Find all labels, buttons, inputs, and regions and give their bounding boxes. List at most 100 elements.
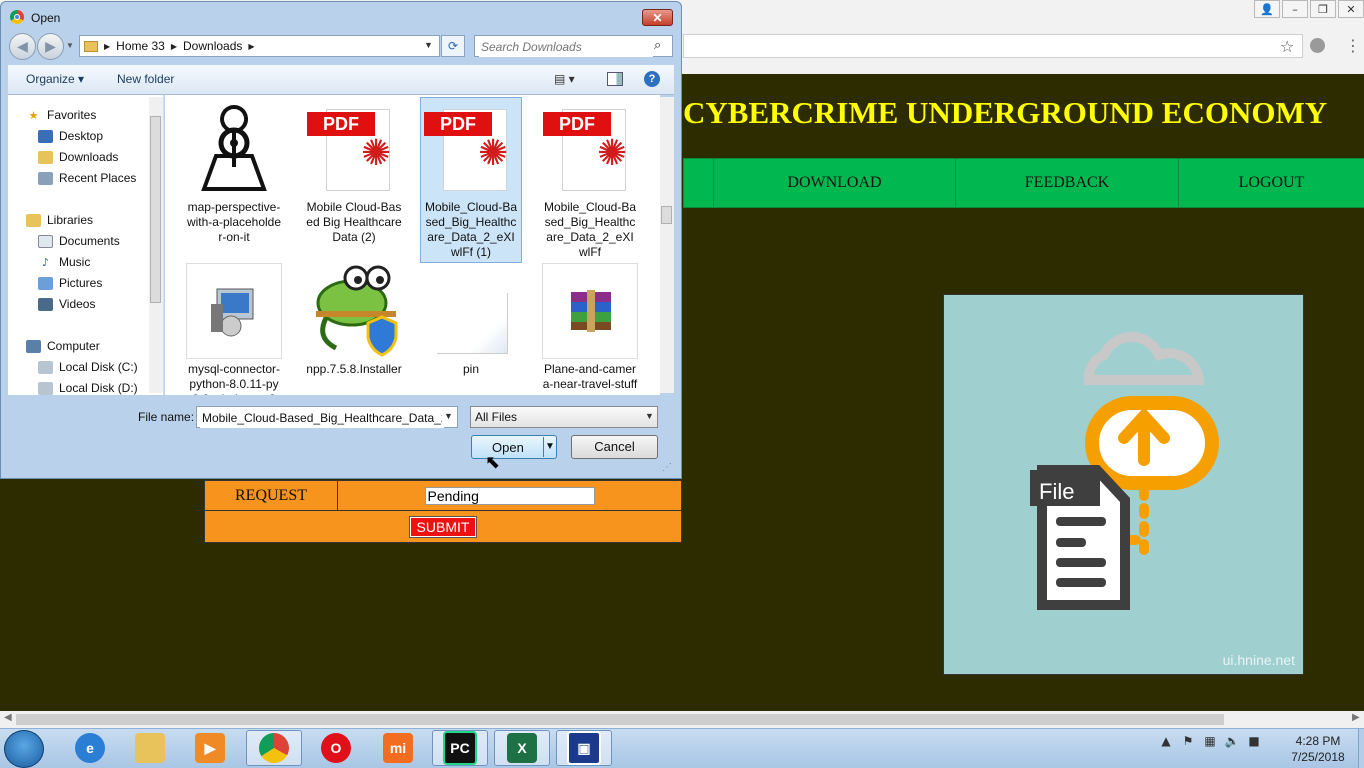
nav-local-disk-c[interactable]: Local Disk (C:) [38, 358, 138, 376]
file-name: pin [462, 362, 479, 376]
nav-favorites[interactable]: ★ Favorites [26, 106, 97, 124]
start-button[interactable] [4, 730, 44, 768]
nav-videos[interactable]: Videos [38, 295, 95, 313]
music-icon: ♪ [41, 255, 50, 269]
nav-documents[interactable]: Documents [38, 232, 120, 250]
nav-pane-scroll-thumb[interactable] [150, 116, 161, 303]
cloud-upload-icon: File [1030, 332, 1219, 610]
file-item-pdf-2[interactable]: PDF ✺ Mobile Cloud-Based Big Healthcare D… [303, 97, 405, 248]
taskbar-pycharm[interactable]: PC [432, 730, 488, 766]
file-item-pdf[interactable]: PDF ✺ Mobile_Cloud-Based_Big_Healthcare_D… [539, 97, 641, 263]
winrar-icon [542, 263, 638, 359]
breadcrumb-downloads[interactable]: Downloads [183, 39, 242, 53]
refresh-icon[interactable]: ⟳ [441, 35, 465, 57]
chevron-down-icon[interactable]: ▼ [444, 411, 453, 421]
show-desktop-button[interactable] [1358, 729, 1364, 768]
cancel-button[interactable]: Cancel [571, 435, 658, 459]
nav-feedback[interactable]: FEEDBACK [955, 159, 1178, 207]
nav-desktop[interactable]: Desktop [38, 127, 103, 145]
file-list-scrollbar[interactable] [660, 97, 674, 393]
chevron-down-icon[interactable]: ▼ [645, 411, 654, 421]
nav-computer[interactable]: Computer [26, 337, 100, 355]
change-view-button[interactable]: ▤ ▾ [554, 72, 575, 86]
illustration-file-text: File [1039, 479, 1074, 504]
recent-locations-icon[interactable]: ▼ [66, 41, 74, 50]
minimize-icon[interactable]: – [1282, 0, 1308, 18]
chevron-down-icon[interactable]: ▼ [424, 40, 433, 50]
address-bar[interactable] [683, 34, 1303, 58]
open-button-divider [543, 437, 544, 457]
power-icon[interactable]: ■ [1246, 734, 1262, 750]
taskbar-chrome[interactable] [246, 730, 302, 766]
taskbar-opera[interactable]: O [308, 730, 364, 766]
close-window-icon[interactable]: ✕ [1338, 0, 1364, 18]
scroll-right-icon[interactable]: ▶ [1352, 712, 1360, 723]
star-icon: ★ [28, 108, 39, 122]
file-item-pin[interactable]: pin [420, 259, 522, 380]
breadcrumb-home[interactable]: Home 33 [116, 39, 165, 53]
bookmark-star-icon[interactable]: ☆ [1280, 37, 1294, 56]
scroll-left-icon[interactable]: ◀ [4, 712, 12, 723]
nav-pictures-label: Pictures [59, 276, 103, 290]
libraries-icon [26, 213, 41, 227]
file-name-input[interactable] [200, 408, 444, 428]
nav-local-disk-d[interactable]: Local Disk (D:) [38, 379, 138, 395]
forward-button[interactable]: ▶ [37, 33, 64, 60]
dialog-close-button[interactable]: ✕ [642, 9, 673, 26]
nav-music[interactable]: ♪ Music [38, 253, 90, 271]
network-icon[interactable]: ▦ [1202, 734, 1218, 750]
chevron-right-icon[interactable]: ▶ [104, 42, 110, 51]
file-item-winrar-archive[interactable]: Plane-and-camera-near-travel-stuff [539, 259, 641, 395]
chevron-right-icon[interactable]: ▶ [171, 42, 177, 51]
restore-icon[interactable]: ❐ [1310, 0, 1336, 18]
nav-recent-places[interactable]: Recent Places [38, 169, 136, 187]
tray-expand-icon[interactable]: ▲ [1158, 734, 1174, 750]
back-button[interactable]: ◀ [9, 33, 36, 60]
chevron-down-icon[interactable]: ▼ [545, 441, 555, 452]
nav-download[interactable]: DOWNLOAD [713, 159, 955, 207]
submit-button[interactable]: SUBMIT [408, 515, 478, 538]
new-folder-button[interactable]: New folder [117, 72, 174, 86]
search-box[interactable] [474, 35, 673, 57]
preview-pane-icon[interactable] [607, 72, 623, 86]
window-controls: 👤 – ❐ ✕ [1252, 0, 1364, 18]
taskbar-mi[interactable]: mi [370, 730, 426, 766]
file-name-field[interactable] [196, 406, 458, 428]
breadcrumb[interactable]: ▶ Home 33 ▶ Downloads ▶ [79, 35, 440, 57]
nav-downloads[interactable]: Downloads [38, 148, 118, 166]
nav-item-hidden[interactable] [683, 159, 713, 207]
nav-libraries[interactable]: Libraries [26, 211, 93, 229]
file-name: Mobile Cloud-Based Big Healthcare Data (… [306, 200, 402, 244]
help-icon[interactable]: ? [644, 71, 660, 87]
chrome-icon [259, 733, 289, 763]
nav-logout[interactable]: LOGOUT [1178, 159, 1364, 207]
file-list-scroll-thumb[interactable] [661, 206, 672, 224]
user-icon[interactable]: 👤 [1254, 0, 1280, 18]
nav-pictures[interactable]: Pictures [38, 274, 102, 292]
notepad-plus-plus-icon [306, 263, 402, 359]
taskbar-excel[interactable]: X [494, 730, 550, 766]
search-input[interactable] [479, 37, 653, 57]
file-list: map-perspective-with-a-placeholder-on-it… [165, 95, 660, 395]
resize-grip-icon[interactable]: ⋰ [662, 462, 672, 473]
file-item-map[interactable]: map-perspective-with-a-placeholder-on-it [183, 97, 285, 248]
taskbar-media[interactable]: ▶ [182, 730, 238, 766]
request-status-field[interactable] [424, 486, 595, 505]
file-type-select[interactable]: All Files [470, 406, 658, 428]
search-icon[interactable]: ⌕ [654, 38, 661, 53]
file-item-mysql-installer[interactable]: mysql-connector-python-8.0.11-py3.6-wind… [183, 259, 285, 395]
volume-icon[interactable]: 🔈 [1224, 734, 1240, 750]
flag-icon[interactable]: ⚑ [1180, 734, 1196, 750]
horizontal-scroll-thumb[interactable] [16, 714, 1224, 725]
extension-icon[interactable] [1310, 38, 1325, 53]
computer-icon [26, 339, 41, 353]
clock[interactable]: 4:28 PM 7/25/2018 [1280, 733, 1356, 765]
taskbar-remote[interactable]: ▣ [556, 730, 612, 766]
taskbar-ie[interactable]: e [62, 730, 118, 766]
organize-button[interactable]: Organize ▾ [26, 72, 84, 86]
taskbar-explorer[interactable] [122, 730, 178, 766]
file-item-pdf-selected[interactable]: PDF ✺ Mobile_Cloud-Based_Big_Healthcare_D… [420, 97, 522, 263]
file-item-npp-installer[interactable]: npp.7.5.8.Installer [303, 259, 405, 380]
chevron-right-icon[interactable]: ▶ [248, 42, 254, 51]
menu-icon[interactable]: ⋮ [1345, 36, 1361, 55]
